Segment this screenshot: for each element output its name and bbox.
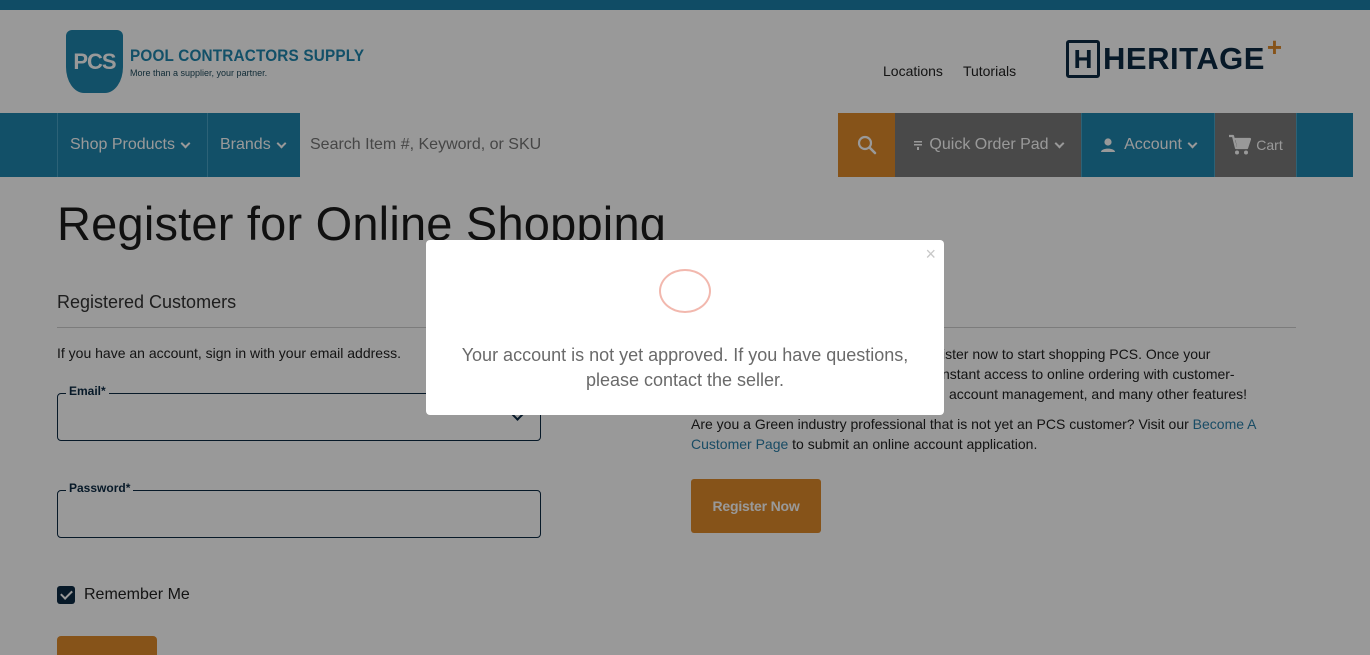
modal-message: Your account is not yet approved. If you… bbox=[461, 345, 909, 390]
approval-modal: × Your account is not yet approved. If y… bbox=[426, 240, 944, 415]
close-icon[interactable]: × bbox=[925, 244, 936, 265]
alert-ring-icon bbox=[659, 269, 711, 313]
